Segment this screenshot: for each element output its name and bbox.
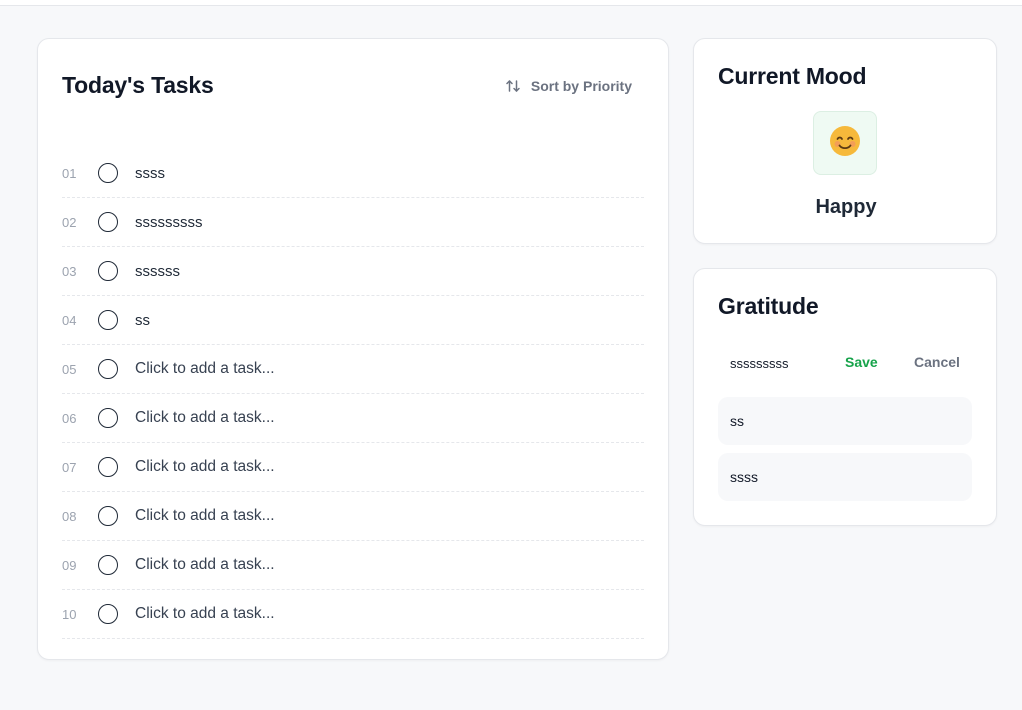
task-number: 06	[62, 410, 77, 426]
task-row: 08 Click to add a task...	[62, 492, 644, 541]
add-task-placeholder[interactable]: Click to add a task...	[135, 360, 275, 378]
sort-by-priority-button[interactable]: Sort by Priority	[505, 78, 632, 94]
task-row: 06 Click to add a task...	[62, 394, 644, 443]
gratitude-input[interactable]	[718, 349, 828, 377]
task-row: 03 ssssss	[62, 247, 644, 296]
task-number: 01	[62, 165, 77, 181]
tasks-title: Today's Tasks	[62, 72, 214, 98]
task-text[interactable]: sssssssss	[135, 214, 203, 231]
mood-label: Happy	[815, 196, 877, 218]
task-number: 08	[62, 508, 77, 524]
top-bar	[0, 0, 1022, 6]
task-text[interactable]: ssss	[135, 165, 165, 182]
task-checkbox[interactable]	[98, 212, 118, 232]
add-task-placeholder[interactable]: Click to add a task...	[135, 507, 275, 525]
mood-selector-button[interactable]	[813, 111, 877, 175]
task-row: 09 Click to add a task...	[62, 541, 644, 590]
task-row: 07 Click to add a task...	[62, 443, 644, 492]
add-task-placeholder[interactable]: Click to add a task...	[135, 556, 275, 574]
task-row: 01 ssss	[62, 149, 644, 198]
task-text[interactable]: ssssss	[135, 263, 180, 280]
tasks-card: Today's Tasks Sort by Priority 01 ssss 02 s…	[37, 38, 669, 660]
gratitude-card: Gratitude Save Cancel ss ssss	[693, 268, 997, 526]
task-row: 10 Click to add a task...	[62, 590, 644, 639]
task-checkbox[interactable]	[98, 555, 118, 575]
task-number: 05	[62, 361, 77, 377]
task-number: 07	[62, 459, 77, 475]
task-checkbox[interactable]	[98, 359, 118, 379]
task-row: 04 ss	[62, 296, 644, 345]
mood-title: Current Mood	[718, 63, 867, 89]
gratitude-entry[interactable]: ssss	[718, 453, 972, 501]
task-checkbox[interactable]	[98, 163, 118, 183]
gratitude-entry[interactable]: ss	[718, 397, 972, 445]
task-list: 01 ssss 02 sssssssss 03 ssssss 04 ss 05 Click to …	[62, 149, 644, 639]
task-checkbox[interactable]	[98, 310, 118, 330]
gratitude-title: Gratitude	[718, 293, 819, 319]
task-checkbox[interactable]	[98, 604, 118, 624]
cancel-button[interactable]: Cancel	[914, 354, 960, 370]
add-task-placeholder[interactable]: Click to add a task...	[135, 458, 275, 476]
task-number: 10	[62, 606, 77, 622]
save-button[interactable]: Save	[845, 354, 878, 370]
task-checkbox[interactable]	[98, 457, 118, 477]
task-checkbox[interactable]	[98, 408, 118, 428]
mood-card: Current Mood Happy	[693, 38, 997, 244]
task-checkbox[interactable]	[98, 506, 118, 526]
task-checkbox[interactable]	[98, 261, 118, 281]
sort-arrows-icon	[505, 78, 521, 94]
add-task-placeholder[interactable]: Click to add a task...	[135, 409, 275, 427]
task-row: 05 Click to add a task...	[62, 345, 644, 394]
sort-label: Sort by Priority	[530, 78, 632, 94]
task-text[interactable]: ss	[135, 312, 150, 329]
task-row: 02 sssssssss	[62, 198, 644, 247]
task-number: 09	[62, 557, 77, 573]
add-task-placeholder[interactable]: Click to add a task...	[135, 605, 275, 623]
task-number: 04	[62, 312, 77, 328]
task-number: 02	[62, 214, 77, 230]
smiling-face-icon	[829, 125, 861, 162]
task-number: 03	[62, 263, 77, 279]
